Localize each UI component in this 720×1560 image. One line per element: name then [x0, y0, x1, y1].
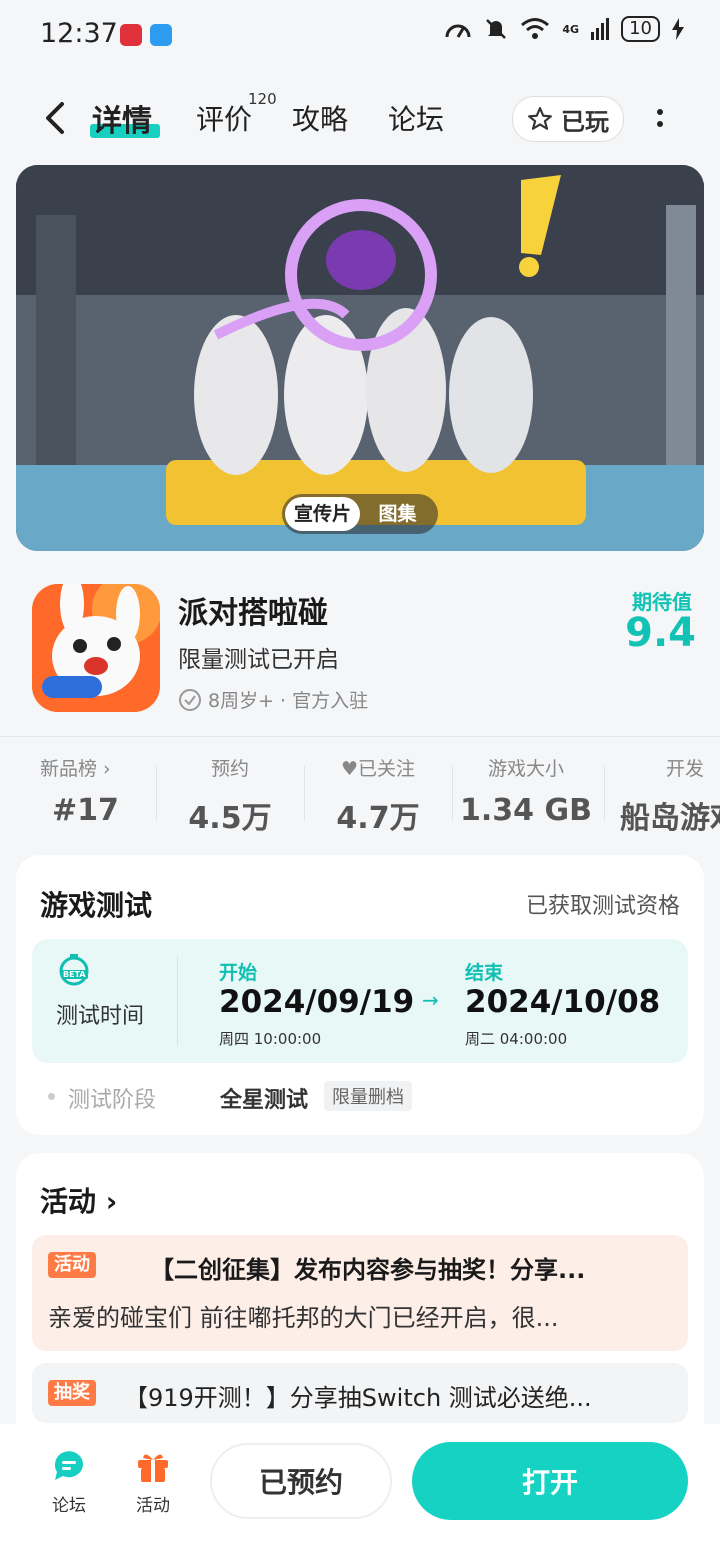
more-button[interactable]	[646, 100, 674, 136]
stat-value: 4.7万	[336, 801, 420, 836]
stat-value: 4.5万	[188, 801, 272, 836]
game-test-title: 游戏测试	[40, 889, 153, 922]
app-icon	[32, 584, 160, 712]
huawei-icon	[120, 24, 142, 46]
stat-developer[interactable]: 开发 船岛游戏	[610, 754, 720, 837]
stat-label: 开发	[665, 758, 704, 780]
speed-icon	[445, 24, 471, 38]
divider	[177, 956, 178, 1046]
activity-tag: 活动	[48, 1252, 96, 1278]
end-date: 2024/10/08	[465, 984, 661, 1020]
reviews-count-badge: 120	[248, 90, 277, 108]
activity-item-title: 【919开测！】分享抽Switch 测试必送绝...	[124, 1384, 592, 1412]
stat-value: 1.34 GB	[460, 793, 592, 828]
more-dot	[657, 109, 663, 115]
reserved-button[interactable]: 已预约	[210, 1443, 392, 1519]
played-label: 已玩	[561, 107, 609, 136]
status-time: 12:37	[40, 18, 118, 49]
beta-badge-text: BETA	[61, 970, 88, 979]
tab-reviews[interactable]: 评价	[196, 98, 252, 138]
phase-label: 测试阶段	[68, 1088, 157, 1113]
activity-tag-label: 活动	[48, 1252, 96, 1278]
battery-indicator: 10	[621, 16, 660, 42]
seg-gallery[interactable]: 图集	[360, 497, 435, 531]
end-label: 结束	[465, 962, 504, 984]
stat-followers[interactable]: ♥已关注 4.7万	[304, 754, 452, 837]
expect-value: 9.4	[625, 610, 696, 656]
tab-guides[interactable]: 攻略	[292, 98, 348, 138]
app-meta-text: 8周岁+ · 官方入驻	[208, 690, 369, 712]
network-label: 4G	[562, 22, 580, 36]
stat-reservations: 预约 4.5万	[156, 754, 304, 837]
activity-item-desc: 亲爱的碰宝们 前往嘟托邦的大门已经开启，很...	[48, 1304, 559, 1332]
beta-badge-icon: BETA	[58, 954, 90, 992]
start-time: 周四 10:00:00	[219, 1030, 322, 1048]
status-icons: 4G 10	[444, 16, 684, 42]
stat-value: #17	[52, 793, 119, 828]
phase-tag: 限量删档	[324, 1081, 412, 1111]
stat-game-size: 游戏大小 1.34 GB	[452, 754, 600, 828]
verified-check-icon	[179, 688, 201, 711]
tab-details[interactable]: 详情	[92, 96, 152, 140]
played-button[interactable]: 已玩	[512, 96, 624, 142]
media-toggle: 宣传片 图集	[282, 494, 438, 534]
forum-nav-button[interactable]: 论坛	[34, 1446, 104, 1516]
activity-nav-button[interactable]: 活动	[118, 1446, 188, 1516]
activity-nav-label: 活动	[136, 1496, 170, 1516]
app-meta: 8周岁+ · 官方入驻	[178, 686, 368, 713]
arrow-icon: →	[422, 988, 439, 1012]
lottery-tag-label: 抽奖	[48, 1380, 96, 1406]
stat-value: 船岛游戏	[620, 801, 720, 836]
stat-label: ♥已关注	[340, 758, 416, 780]
mute-icon	[486, 19, 507, 39]
open-button[interactable]: 打开	[412, 1442, 688, 1520]
star-icon	[528, 107, 552, 130]
bullet-dot	[48, 1093, 55, 1100]
wifi-icon	[521, 18, 550, 39]
lottery-tag: 抽奖	[48, 1380, 96, 1406]
chevron-left-icon	[46, 102, 64, 134]
forum-nav-label: 论坛	[52, 1496, 86, 1516]
charging-icon	[672, 18, 684, 40]
message-icon	[150, 24, 172, 46]
app-name: 派对搭啦碰	[178, 596, 328, 631]
stat-separator	[604, 766, 605, 820]
app-icon-art	[32, 584, 160, 712]
stat-new-rank[interactable]: 新品榜 › #17	[8, 754, 156, 828]
tab-forum[interactable]: 论坛	[388, 98, 444, 138]
more-dot	[657, 121, 663, 127]
stat-label: 新品榜 ›	[40, 758, 111, 780]
stat-label: 预约	[210, 758, 249, 780]
chat-bubble-icon	[54, 1451, 83, 1480]
divider	[0, 736, 720, 737]
gift-icon	[138, 1454, 168, 1482]
end-time: 周二 04:00:00	[465, 1030, 568, 1048]
activity-item-title: 【二创征集】发布内容参与抽奖！分享...	[150, 1256, 586, 1284]
test-time-label: 测试时间	[56, 1004, 145, 1029]
back-button[interactable]	[36, 96, 76, 140]
app-subtitle: 限量测试已开启	[178, 647, 339, 673]
seg-video[interactable]: 宣传片	[285, 497, 360, 531]
stat-label: 游戏大小	[487, 758, 564, 780]
phase-value: 全星测试	[220, 1088, 309, 1113]
activity-title[interactable]: 活动 ›	[40, 1180, 117, 1220]
signal-icon	[591, 18, 610, 40]
start-date: 2024/09/19	[219, 984, 415, 1020]
test-status: 已获取测试资格	[525, 894, 680, 919]
start-label: 开始	[219, 962, 258, 984]
